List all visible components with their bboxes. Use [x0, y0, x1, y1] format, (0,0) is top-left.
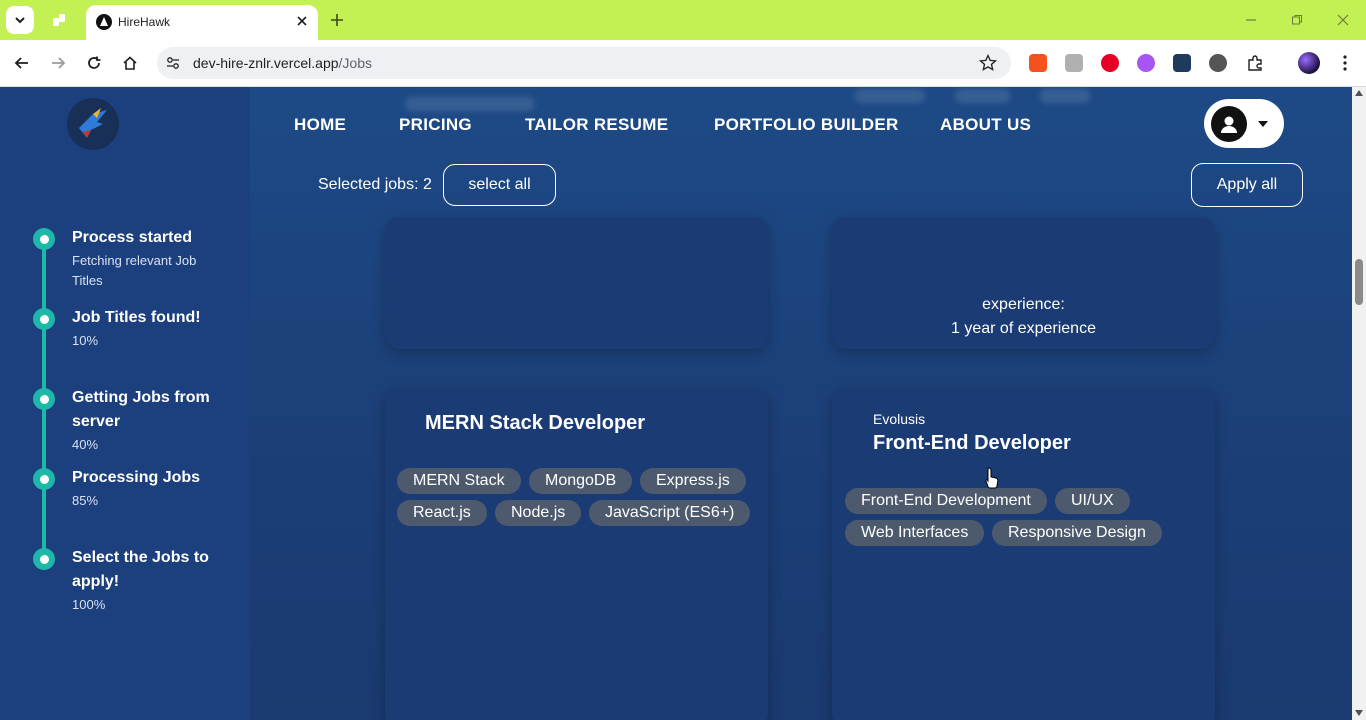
browser-menu-icon[interactable] [1334, 52, 1356, 74]
step-subtitle: Fetching relevant Job Titles [72, 253, 197, 288]
browser-tab-strip: HireHawk [0, 0, 1366, 40]
close-window-icon[interactable] [1333, 10, 1353, 30]
step-dot [33, 308, 55, 330]
apply-all-button[interactable]: Apply all [1191, 163, 1303, 207]
skill-tag: Express.js [640, 468, 746, 494]
scrollbar-thumb[interactable] [1355, 259, 1363, 305]
experience-value: 1 year of experience [951, 320, 1096, 337]
nav-tailor-resume[interactable]: TAILOR RESUME [525, 115, 668, 135]
skill-tag: MongoDB [529, 468, 633, 494]
scroll-up-arrow-icon[interactable] [1355, 90, 1363, 96]
step-subtitle: 100% [72, 597, 106, 612]
reload-icon[interactable] [83, 52, 105, 74]
chevron-down-icon [15, 17, 25, 24]
extensions-puzzle-icon[interactable] [1244, 52, 1266, 74]
step-title: Job Titles found! [72, 309, 201, 326]
react-devtools-icon[interactable] [1173, 54, 1191, 72]
skill-tag: JavaScript (ES6+) [589, 500, 751, 526]
step-dot [33, 388, 55, 410]
job-title: Front-End Developer [873, 432, 1071, 454]
bookmark-star-icon[interactable] [979, 54, 997, 72]
company-name: Evolusis [873, 411, 926, 427]
experience-label: experience: [982, 296, 1065, 313]
skill-tag: UI/UX [1055, 488, 1130, 514]
page-scrollbar[interactable] [1352, 87, 1366, 720]
select-all-button[interactable]: select all [443, 164, 556, 206]
hawk-logo-icon [79, 108, 107, 138]
extension-shield-icon[interactable] [1029, 54, 1047, 72]
back-arrow-icon[interactable] [11, 52, 33, 74]
site-settings-icon[interactable] [165, 55, 181, 71]
nav-home[interactable]: HOME [294, 115, 346, 135]
job-card-frontend[interactable]: Evolusis Front-End Developer Front-End D… [832, 388, 1215, 720]
step-dot [33, 468, 55, 490]
skill-tag: Responsive Design [992, 520, 1162, 546]
step-title: Select the Jobs to apply! [72, 549, 209, 590]
profile-avatar-icon[interactable] [1298, 52, 1320, 74]
nav-pricing[interactable]: PRICING [399, 115, 472, 135]
user-avatar-icon [1211, 106, 1247, 142]
tab-close-icon[interactable] [294, 13, 310, 29]
minimize-icon[interactable] [1241, 10, 1261, 30]
restore-icon[interactable] [1287, 10, 1307, 30]
step-subtitle: 40% [72, 437, 99, 452]
blurred-text [955, 89, 1010, 103]
tab-search-button[interactable] [6, 6, 34, 34]
job-title: MERN Stack Developer [425, 412, 646, 434]
forward-arrow-icon[interactable] [47, 52, 69, 74]
url-text: dev-hire-znlr.vercel.app/Jobs [193, 55, 372, 71]
page-content: experience: 1 year of experience MERN St… [0, 87, 1352, 720]
step-title: Process started [72, 229, 193, 246]
job-card[interactable]: experience: 1 year of experience [832, 217, 1215, 349]
browser-tab-active[interactable]: HireHawk [86, 5, 318, 40]
scroll-down-arrow-icon[interactable] [1355, 710, 1363, 716]
browser-toolbar: dev-hire-znlr.vercel.app/Jobs [0, 40, 1366, 87]
step-dot [33, 548, 55, 570]
selected-jobs-count: Selected jobs: 2 [318, 176, 432, 193]
nav-about-us[interactable]: ABOUT US [940, 115, 1031, 135]
blurred-text [405, 97, 535, 111]
skill-tag: React.js [397, 500, 487, 526]
job-card[interactable] [385, 217, 768, 349]
step-title: Getting Jobs from server [72, 389, 210, 430]
url-host: dev-hire-znlr.vercel.app [193, 55, 339, 71]
caret-down-icon [1258, 121, 1268, 127]
step-title: Processing Jobs [72, 469, 201, 486]
address-bar[interactable]: dev-hire-znlr.vercel.app/Jobs [157, 47, 1011, 79]
job-card-mern[interactable]: MERN Stack Developer MERN Stack MongoDB … [385, 388, 768, 720]
new-tab-plus-icon[interactable] [328, 11, 346, 29]
extension-rocket-icon[interactable] [1209, 54, 1227, 72]
extension-grammar-icon[interactable] [1065, 54, 1083, 72]
pinterest-icon[interactable] [1101, 54, 1119, 72]
home-icon[interactable] [119, 52, 141, 74]
step-subtitle: 85% [72, 493, 99, 508]
hand-cursor-icon [985, 467, 999, 489]
user-menu-button[interactable] [1204, 99, 1284, 148]
blurred-text [855, 89, 925, 103]
skill-tag: Front-End Development [845, 488, 1047, 514]
skill-tag: Web Interfaces [845, 520, 985, 546]
extension-brain-icon[interactable] [1137, 54, 1155, 72]
nav-portfolio-builder[interactable]: PORTFOLIO BUILDER [714, 115, 899, 135]
tab-group-icon[interactable] [50, 11, 68, 29]
skill-tag: MERN Stack [397, 468, 521, 494]
blurred-text [1040, 89, 1090, 103]
skill-tag: Node.js [495, 500, 582, 526]
step-dot [33, 228, 55, 250]
url-path: /Jobs [338, 55, 372, 71]
tab-title: HireHawk [118, 15, 171, 29]
hirehawk-logo[interactable] [67, 98, 119, 150]
step-subtitle: 10% [72, 333, 99, 348]
hirehawk-favicon-icon [96, 14, 112, 30]
